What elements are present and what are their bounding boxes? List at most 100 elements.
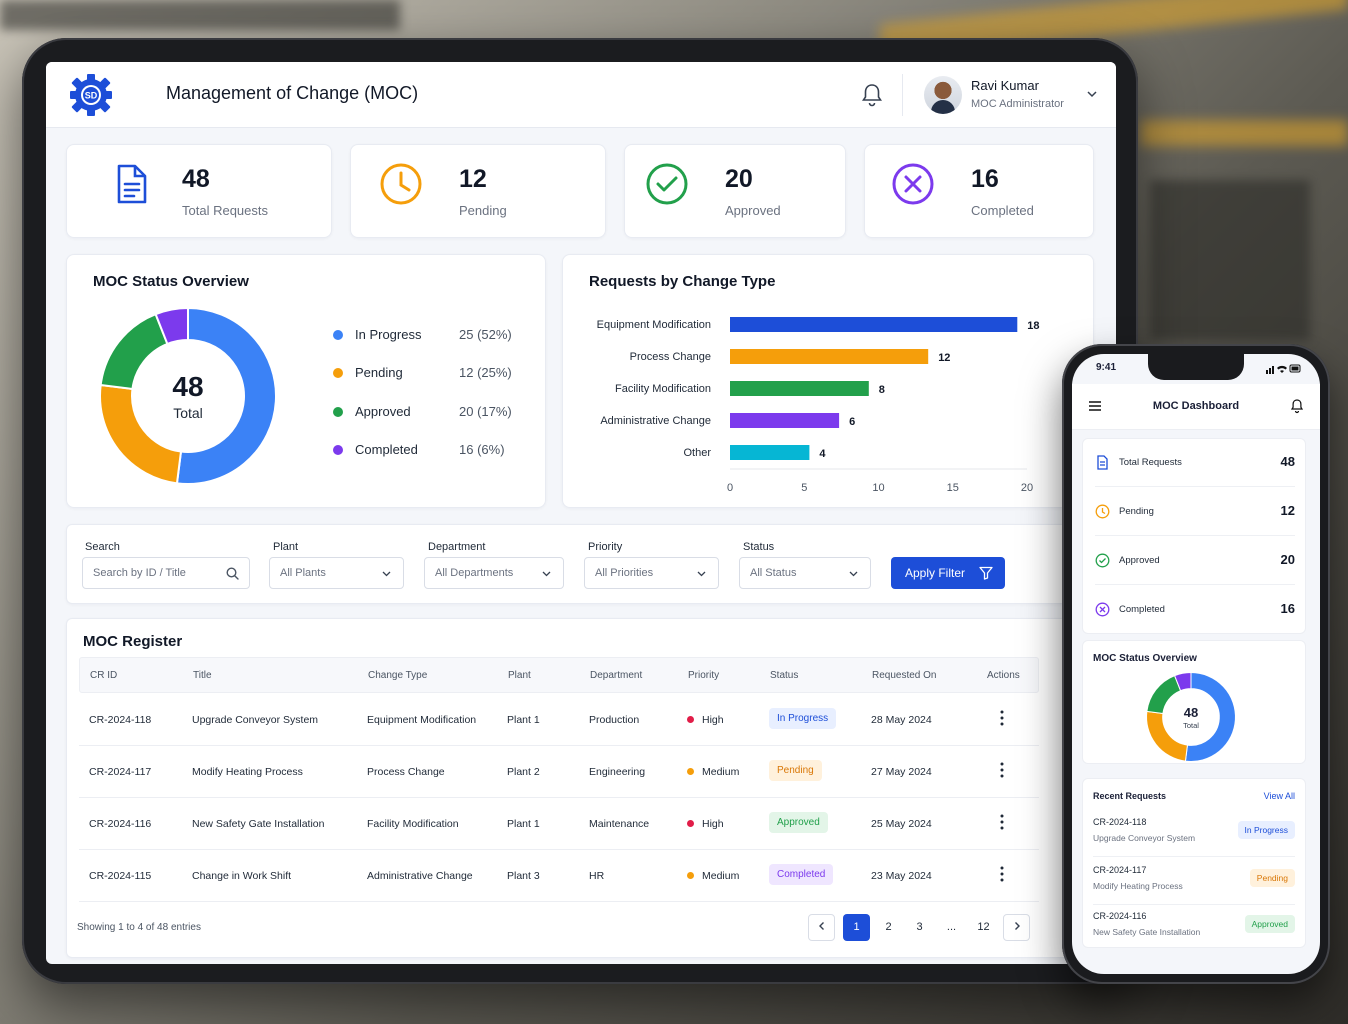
cr-plant: Plant 3 xyxy=(507,870,540,882)
phone-kpi-value: 48 xyxy=(1280,454,1295,469)
next-page-button[interactable] xyxy=(1003,914,1030,941)
cr-plant: Plant 1 xyxy=(507,714,540,726)
priority-select[interactable]: All Priorities xyxy=(584,557,719,589)
recent-request-item[interactable]: CR-2024-116 New Safety Gate Installation… xyxy=(1093,903,1295,951)
donut-center-label: Total xyxy=(173,405,203,421)
recent-request-title: Modify Heating Process xyxy=(1093,881,1183,891)
table-row[interactable]: CR-2024-115 Change in Work Shift Adminis… xyxy=(79,850,1039,902)
phone-kpi-label: Completed xyxy=(1119,604,1165,615)
kpi-value: 16 xyxy=(971,165,999,193)
kpi-completed[interactable]: 16 Completed xyxy=(864,144,1094,238)
kpi-label: Approved xyxy=(725,203,781,218)
table-row[interactable]: CR-2024-116 New Safety Gate Installation… xyxy=(79,798,1039,850)
recent-request-id: CR-2024-116 xyxy=(1093,911,1147,921)
search-input[interactable]: Search by ID / Title xyxy=(82,557,250,589)
kpi-pending[interactable]: 12 Pending xyxy=(350,144,606,238)
priority-dot xyxy=(687,767,694,775)
page-button-3[interactable]: 3 xyxy=(906,914,933,941)
column-header: Priority xyxy=(688,670,720,681)
cr-title: Change in Work Shift xyxy=(192,870,292,882)
phone-kpi-total-requests[interactable]: Total Requests 48 xyxy=(1095,439,1295,487)
bar-category-label: Other xyxy=(683,447,711,459)
legend-value: 20 (17%) xyxy=(459,404,512,419)
legend-label: In Progress xyxy=(355,327,422,342)
phone-kpi-completed[interactable]: Completed 16 xyxy=(1095,586,1295,634)
recent-request-item[interactable]: CR-2024-118 Upgrade Conveyor System In P… xyxy=(1093,809,1295,857)
cr-plant: Plant 2 xyxy=(507,766,540,778)
bell-icon[interactable] xyxy=(860,82,884,108)
phone-kpi-label: Total Requests xyxy=(1119,457,1182,468)
bar-value-label: 18 xyxy=(1027,320,1039,332)
change-type-card: Requests by Change Type Equipment Modifi… xyxy=(562,254,1094,508)
cr-requested-on: 25 May 2024 xyxy=(871,818,932,830)
table-row[interactable]: CR-2024-117 Modify Heating Process Proce… xyxy=(79,746,1039,798)
phone-recent-requests-card: Recent Requests View All CR-2024-118 Upg… xyxy=(1082,778,1306,948)
recent-request-title: Upgrade Conveyor System xyxy=(1093,833,1196,843)
recent-request-item[interactable]: CR-2024-117 Modify Heating Process Pendi… xyxy=(1093,857,1295,905)
previous-page-button[interactable] xyxy=(808,914,835,941)
kpi-approved[interactable]: 20 Approved xyxy=(624,144,846,238)
kpi-label: Pending xyxy=(459,203,507,218)
bell-icon[interactable] xyxy=(1290,398,1304,414)
phone-device: 9:41 MOC Dashboard Total Requests 48 Pen… xyxy=(1062,344,1330,984)
status-select[interactable]: All Status xyxy=(739,557,871,589)
clock-icon xyxy=(1095,504,1110,519)
recent-requests-title: Recent Requests xyxy=(1093,791,1167,801)
bar-process-change xyxy=(730,349,929,364)
column-header: Title xyxy=(193,670,212,681)
bar-equipment-modification xyxy=(730,317,1018,332)
signal-battery-icon xyxy=(1266,364,1301,374)
status-badge: Completed xyxy=(769,864,834,885)
chevron-right-icon xyxy=(1014,922,1020,930)
gear-logo-icon: SD xyxy=(70,74,112,116)
more-options-icon[interactable] xyxy=(1000,762,1004,778)
chevron-down-icon xyxy=(697,571,706,577)
cr-priority: Medium xyxy=(687,766,739,778)
legend-value: 25 (52%) xyxy=(459,327,512,342)
cr-title: Modify Heating Process xyxy=(192,766,303,778)
priority-label: High xyxy=(702,714,724,726)
donut-center-value: 48 xyxy=(172,371,204,402)
cr-department: HR xyxy=(589,870,605,882)
legend-dot xyxy=(333,444,343,455)
department-select[interactable]: All Departments xyxy=(424,557,564,589)
table-row[interactable]: CR-2024-118 Upgrade Conveyor System Equi… xyxy=(79,694,1039,746)
page-button-1[interactable]: 1 xyxy=(843,914,870,941)
x-tick-label: 15 xyxy=(947,482,959,494)
status-badge: Pending xyxy=(1249,869,1295,887)
more-options-icon[interactable] xyxy=(1000,866,1004,882)
background-shelf xyxy=(0,0,400,30)
legend-item-in-progress: In Progress xyxy=(333,327,421,342)
apply-filter-button[interactable]: Apply Filter xyxy=(891,557,1005,589)
phone-status-overview-card: MOC Status Overview 48 Total xyxy=(1082,640,1306,764)
bar-value-label: 8 xyxy=(879,384,885,396)
view-all-link[interactable]: View All xyxy=(1264,791,1295,801)
status-badge: In Progress xyxy=(769,708,837,729)
legend-label: Completed xyxy=(355,442,418,457)
chevron-down-icon[interactable] xyxy=(1086,88,1098,100)
page-button-12[interactable]: 12 xyxy=(970,914,997,941)
search-icon xyxy=(226,567,239,580)
card-title: Requests by Change Type xyxy=(589,273,776,290)
avatar[interactable] xyxy=(924,76,962,114)
more-options-icon[interactable] xyxy=(1000,814,1004,830)
page-button-2[interactable]: 2 xyxy=(875,914,902,941)
cr-plant: Plant 1 xyxy=(507,818,540,830)
column-header: Department xyxy=(590,670,643,681)
cr-priority: High xyxy=(687,818,724,830)
page-ellipsis: ... xyxy=(946,921,957,933)
user-name: Ravi Kumar xyxy=(971,78,1039,93)
filter-label: Status xyxy=(743,541,775,553)
top-bar: SD Management of Change (MOC) Ravi Kumar… xyxy=(46,62,1116,128)
priority-dot xyxy=(687,819,694,827)
kpi-total-requests[interactable]: 48 Total Requests xyxy=(66,144,332,238)
cr-requested-on: 23 May 2024 xyxy=(871,870,932,882)
phone-kpi-approved[interactable]: Approved 20 xyxy=(1095,537,1295,585)
plant-select[interactable]: All Plants xyxy=(269,557,404,589)
more-options-icon[interactable] xyxy=(1000,710,1004,726)
phone-kpi-pending[interactable]: Pending 12 xyxy=(1095,488,1295,536)
cr-department: Engineering xyxy=(589,766,646,778)
filter-label: Department xyxy=(428,541,486,553)
phone-donut-value: 48 xyxy=(1183,705,1199,720)
legend-dot xyxy=(333,367,343,378)
